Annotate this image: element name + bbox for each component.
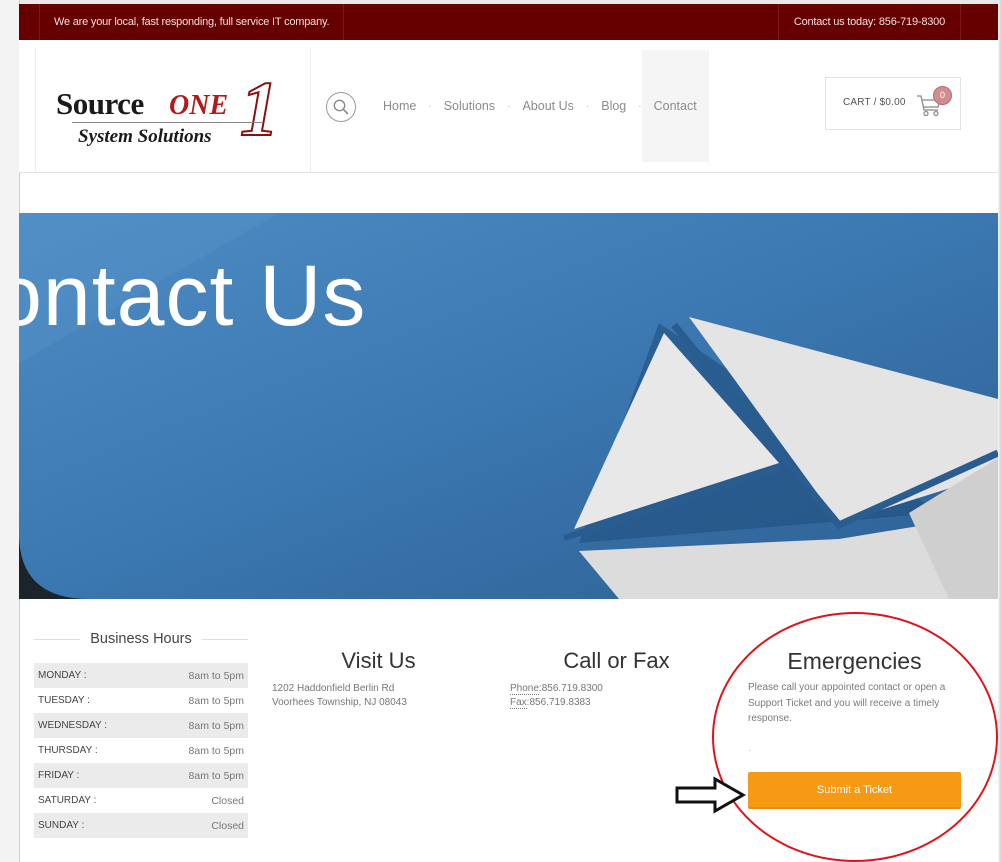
- phone-line[interactable]: Phone:856.719.8300: [510, 682, 723, 696]
- table-row: THURSDAY : 8am to 5pm: [34, 738, 248, 763]
- hours-time: Closed: [211, 794, 244, 807]
- search-icon: [333, 99, 349, 115]
- search-button[interactable]: [326, 92, 356, 122]
- emergencies-dot: .: [748, 743, 751, 754]
- address-line-2: Voorhees Township, NJ 08043: [272, 697, 407, 708]
- nav-item-blog[interactable]: Blog: [589, 50, 638, 162]
- submit-ticket-button[interactable]: Submit a Ticket: [748, 772, 961, 809]
- fax-number: :856.719.8383: [526, 697, 591, 708]
- topbar-contact-link[interactable]: Contact us today: 856-719-8300: [777, 4, 961, 40]
- phone-label: Phone: [510, 683, 539, 695]
- nav-item-home[interactable]: Home: [371, 50, 428, 162]
- hours-time: 8am to 5pm: [188, 719, 244, 732]
- hours-time: 8am to 5pm: [188, 694, 244, 707]
- top-bar: We are your local, fast responding, full…: [19, 4, 998, 40]
- table-row: WEDNESDAY : 8am to 5pm: [34, 713, 248, 738]
- hours-time: Closed: [211, 819, 244, 832]
- site-header: 1 Source ONE System Solutions Home · Sol…: [19, 40, 998, 173]
- site-logo[interactable]: 1 Source ONE System Solutions: [52, 69, 302, 158]
- hours-day: TUESDAY :: [38, 695, 90, 706]
- hours-table: MONDAY : 8am to 5pm TUESDAY : 8am to 5pm W…: [34, 663, 248, 838]
- hours-day: THURSDAY :: [38, 745, 98, 756]
- hero-banner: Contact Us: [19, 213, 998, 599]
- phone-fax: Phone:856.719.8300 Fax:856.719.8383: [510, 682, 723, 710]
- hours-day: FRIDAY :: [38, 770, 80, 781]
- emergencies-text: Please call your appointed contact or op…: [748, 682, 946, 724]
- emergencies-title: Emergencies: [787, 648, 922, 674]
- logo-word-source: Source: [56, 86, 144, 121]
- hours-day: WEDNESDAY :: [38, 720, 108, 731]
- logo-rule: [72, 122, 262, 123]
- table-row: SATURDAY : Closed: [34, 788, 248, 813]
- hours-time: 8am to 5pm: [188, 744, 244, 757]
- table-row: TUESDAY : 8am to 5pm: [34, 688, 248, 713]
- hours-time: 8am to 5pm: [188, 769, 244, 782]
- nav-item-about-us[interactable]: About Us: [510, 50, 585, 162]
- window-left-edge: [0, 0, 20, 862]
- business-hours-title: Business Hours: [34, 628, 248, 650]
- logo-word-one: ONE: [169, 90, 229, 121]
- logo-container: 1 Source ONE System Solutions: [35, 48, 311, 172]
- arrow-right-icon: [675, 776, 747, 814]
- fax-line[interactable]: Fax:856.719.8383: [510, 696, 723, 710]
- table-row: FRIDAY : 8am to 5pm: [34, 763, 248, 788]
- business-hours: Business Hours MONDAY : 8am to 5pm TUESDA…: [34, 628, 248, 838]
- cart-button[interactable]: CART / $0.00 0: [825, 77, 961, 130]
- visit-us-section: Visit Us 1202 Haddonfield Berlin Rd Voor…: [272, 647, 485, 710]
- cart-count-badge: 0: [933, 86, 952, 105]
- hours-day: SATURDAY :: [38, 795, 97, 806]
- hero-title: Contact Us: [19, 248, 367, 344]
- hours-day: MONDAY :: [38, 670, 87, 681]
- phone-number: :856.719.8300: [538, 683, 603, 694]
- emergencies-section: Emergencies Please call your appointed c…: [748, 647, 961, 727]
- address-line-1: 1202 Haddonfield Berlin Rd: [272, 683, 395, 694]
- cart-label: CART / $0.00: [843, 97, 906, 108]
- table-row: MONDAY : 8am to 5pm: [34, 663, 248, 688]
- main-nav: Home · Solutions · About Us · Blog · Con…: [371, 50, 709, 162]
- address: 1202 Haddonfield Berlin Rd Voorhees Town…: [272, 682, 485, 710]
- fax-label: Fax: [510, 697, 527, 709]
- call-fax-section: Call or Fax Phone:856.719.8300 Fax:856.7…: [510, 647, 723, 710]
- topbar-tagline: We are your local, fast responding, full…: [39, 4, 345, 40]
- nav-item-solutions[interactable]: Solutions: [432, 50, 507, 162]
- call-fax-title: Call or Fax: [563, 648, 670, 673]
- hours-time: 8am to 5pm: [188, 669, 244, 682]
- table-row: SUNDAY : Closed: [34, 813, 248, 838]
- visit-us-title: Visit Us: [341, 648, 416, 673]
- logo-numeral: 1: [239, 65, 280, 152]
- hours-day: SUNDAY :: [38, 820, 85, 831]
- window-right-edge: [998, 0, 1002, 862]
- logo-subtitle: System Solutions: [78, 126, 212, 147]
- nav-item-contact[interactable]: Contact: [641, 50, 709, 162]
